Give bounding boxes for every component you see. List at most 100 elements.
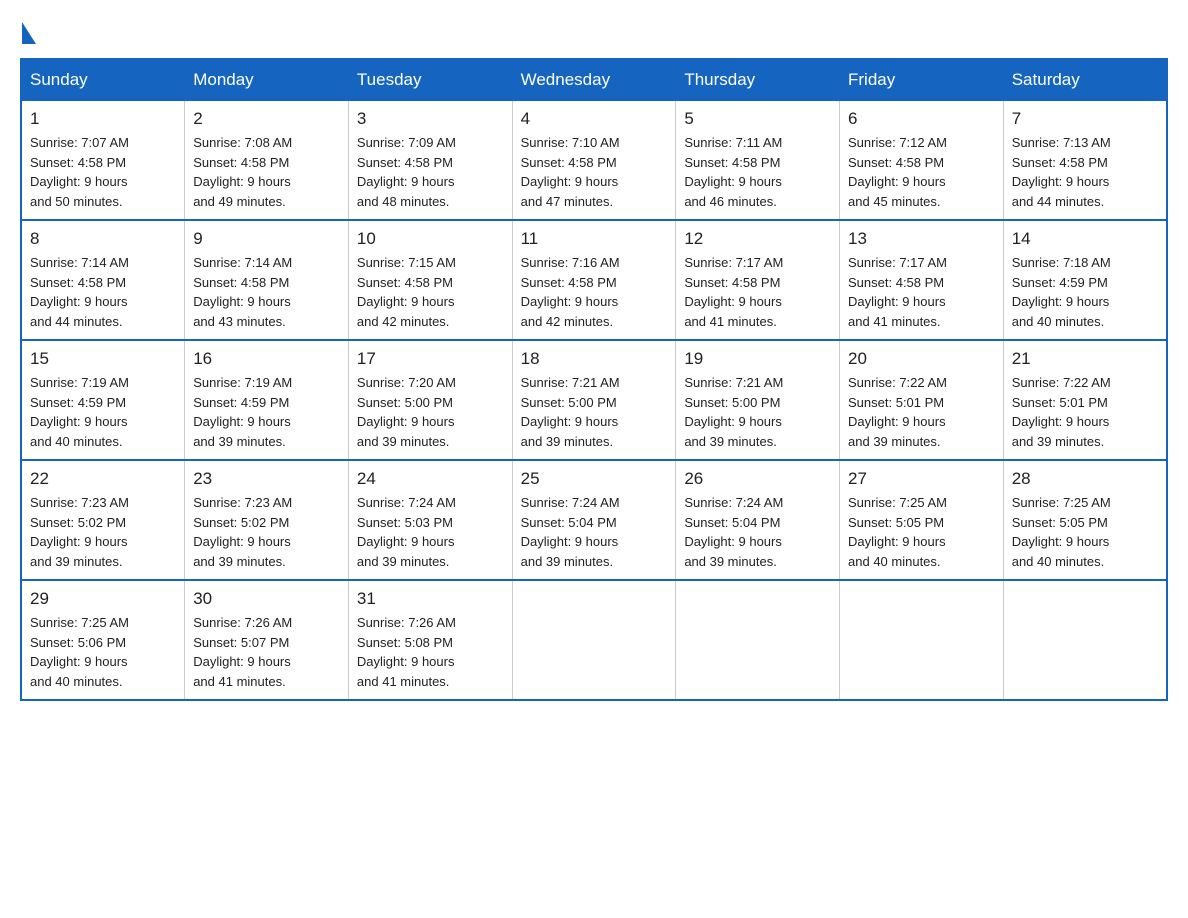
calendar-cell: 25 Sunrise: 7:24 AM Sunset: 5:04 PM Dayl…: [512, 460, 676, 580]
day-info: Sunrise: 7:12 AM Sunset: 4:58 PM Dayligh…: [848, 133, 995, 211]
calendar-cell: 29 Sunrise: 7:25 AM Sunset: 5:06 PM Dayl…: [21, 580, 185, 700]
calendar-cell: 19 Sunrise: 7:21 AM Sunset: 5:00 PM Dayl…: [676, 340, 840, 460]
calendar-cell: 5 Sunrise: 7:11 AM Sunset: 4:58 PM Dayli…: [676, 101, 840, 221]
calendar-cell: 20 Sunrise: 7:22 AM Sunset: 5:01 PM Dayl…: [840, 340, 1004, 460]
day-info: Sunrise: 7:16 AM Sunset: 4:58 PM Dayligh…: [521, 253, 668, 331]
week-row-5: 29 Sunrise: 7:25 AM Sunset: 5:06 PM Dayl…: [21, 580, 1167, 700]
calendar-cell: 8 Sunrise: 7:14 AM Sunset: 4:58 PM Dayli…: [21, 220, 185, 340]
day-info: Sunrise: 7:25 AM Sunset: 5:05 PM Dayligh…: [1012, 493, 1158, 571]
calendar-cell: 7 Sunrise: 7:13 AM Sunset: 4:58 PM Dayli…: [1003, 101, 1167, 221]
calendar-cell: 15 Sunrise: 7:19 AM Sunset: 4:59 PM Dayl…: [21, 340, 185, 460]
day-info: Sunrise: 7:08 AM Sunset: 4:58 PM Dayligh…: [193, 133, 340, 211]
day-info: Sunrise: 7:25 AM Sunset: 5:06 PM Dayligh…: [30, 613, 176, 691]
day-info: Sunrise: 7:14 AM Sunset: 4:58 PM Dayligh…: [193, 253, 340, 331]
day-number: 10: [357, 229, 504, 249]
day-info: Sunrise: 7:14 AM Sunset: 4:58 PM Dayligh…: [30, 253, 176, 331]
weekday-header-friday: Friday: [840, 59, 1004, 101]
calendar-cell: [512, 580, 676, 700]
calendar-cell: [1003, 580, 1167, 700]
calendar-cell: 28 Sunrise: 7:25 AM Sunset: 5:05 PM Dayl…: [1003, 460, 1167, 580]
day-info: Sunrise: 7:21 AM Sunset: 5:00 PM Dayligh…: [684, 373, 831, 451]
day-number: 1: [30, 109, 176, 129]
week-row-4: 22 Sunrise: 7:23 AM Sunset: 5:02 PM Dayl…: [21, 460, 1167, 580]
day-info: Sunrise: 7:20 AM Sunset: 5:00 PM Dayligh…: [357, 373, 504, 451]
calendar-cell: [676, 580, 840, 700]
day-number: 31: [357, 589, 504, 609]
day-info: Sunrise: 7:24 AM Sunset: 5:03 PM Dayligh…: [357, 493, 504, 571]
page-header: [20, 20, 1168, 42]
week-row-2: 8 Sunrise: 7:14 AM Sunset: 4:58 PM Dayli…: [21, 220, 1167, 340]
calendar-cell: 26 Sunrise: 7:24 AM Sunset: 5:04 PM Dayl…: [676, 460, 840, 580]
day-number: 22: [30, 469, 176, 489]
day-number: 16: [193, 349, 340, 369]
calendar-cell: 1 Sunrise: 7:07 AM Sunset: 4:58 PM Dayli…: [21, 101, 185, 221]
day-info: Sunrise: 7:18 AM Sunset: 4:59 PM Dayligh…: [1012, 253, 1158, 331]
calendar-cell: 31 Sunrise: 7:26 AM Sunset: 5:08 PM Dayl…: [348, 580, 512, 700]
calendar-cell: 14 Sunrise: 7:18 AM Sunset: 4:59 PM Dayl…: [1003, 220, 1167, 340]
day-number: 15: [30, 349, 176, 369]
weekday-header-monday: Monday: [185, 59, 349, 101]
day-number: 2: [193, 109, 340, 129]
day-number: 26: [684, 469, 831, 489]
weekday-header-row: SundayMondayTuesdayWednesdayThursdayFrid…: [21, 59, 1167, 101]
day-info: Sunrise: 7:11 AM Sunset: 4:58 PM Dayligh…: [684, 133, 831, 211]
day-number: 5: [684, 109, 831, 129]
day-info: Sunrise: 7:17 AM Sunset: 4:58 PM Dayligh…: [848, 253, 995, 331]
day-number: 27: [848, 469, 995, 489]
calendar-cell: 10 Sunrise: 7:15 AM Sunset: 4:58 PM Dayl…: [348, 220, 512, 340]
logo-triangle-icon: [22, 22, 36, 44]
day-info: Sunrise: 7:15 AM Sunset: 4:58 PM Dayligh…: [357, 253, 504, 331]
day-info: Sunrise: 7:22 AM Sunset: 5:01 PM Dayligh…: [848, 373, 995, 451]
day-info: Sunrise: 7:24 AM Sunset: 5:04 PM Dayligh…: [684, 493, 831, 571]
logo: [20, 20, 36, 42]
week-row-1: 1 Sunrise: 7:07 AM Sunset: 4:58 PM Dayli…: [21, 101, 1167, 221]
calendar-cell: 22 Sunrise: 7:23 AM Sunset: 5:02 PM Dayl…: [21, 460, 185, 580]
calendar-cell: 6 Sunrise: 7:12 AM Sunset: 4:58 PM Dayli…: [840, 101, 1004, 221]
calendar-cell: 3 Sunrise: 7:09 AM Sunset: 4:58 PM Dayli…: [348, 101, 512, 221]
day-info: Sunrise: 7:21 AM Sunset: 5:00 PM Dayligh…: [521, 373, 668, 451]
calendar-cell: 30 Sunrise: 7:26 AM Sunset: 5:07 PM Dayl…: [185, 580, 349, 700]
day-number: 20: [848, 349, 995, 369]
day-number: 24: [357, 469, 504, 489]
calendar-cell: [840, 580, 1004, 700]
day-number: 7: [1012, 109, 1158, 129]
day-number: 11: [521, 229, 668, 249]
day-number: 6: [848, 109, 995, 129]
calendar-cell: 2 Sunrise: 7:08 AM Sunset: 4:58 PM Dayli…: [185, 101, 349, 221]
day-number: 29: [30, 589, 176, 609]
calendar-cell: 24 Sunrise: 7:24 AM Sunset: 5:03 PM Dayl…: [348, 460, 512, 580]
day-number: 12: [684, 229, 831, 249]
day-number: 18: [521, 349, 668, 369]
calendar-cell: 9 Sunrise: 7:14 AM Sunset: 4:58 PM Dayli…: [185, 220, 349, 340]
calendar-cell: 16 Sunrise: 7:19 AM Sunset: 4:59 PM Dayl…: [185, 340, 349, 460]
day-number: 21: [1012, 349, 1158, 369]
day-number: 13: [848, 229, 995, 249]
day-info: Sunrise: 7:07 AM Sunset: 4:58 PM Dayligh…: [30, 133, 176, 211]
day-info: Sunrise: 7:26 AM Sunset: 5:07 PM Dayligh…: [193, 613, 340, 691]
day-info: Sunrise: 7:25 AM Sunset: 5:05 PM Dayligh…: [848, 493, 995, 571]
calendar-table: SundayMondayTuesdayWednesdayThursdayFrid…: [20, 58, 1168, 701]
calendar-cell: 17 Sunrise: 7:20 AM Sunset: 5:00 PM Dayl…: [348, 340, 512, 460]
calendar-cell: 27 Sunrise: 7:25 AM Sunset: 5:05 PM Dayl…: [840, 460, 1004, 580]
day-number: 25: [521, 469, 668, 489]
day-number: 4: [521, 109, 668, 129]
day-info: Sunrise: 7:09 AM Sunset: 4:58 PM Dayligh…: [357, 133, 504, 211]
calendar-cell: 4 Sunrise: 7:10 AM Sunset: 4:58 PM Dayli…: [512, 101, 676, 221]
weekday-header-wednesday: Wednesday: [512, 59, 676, 101]
day-number: 23: [193, 469, 340, 489]
calendar-cell: 18 Sunrise: 7:21 AM Sunset: 5:00 PM Dayl…: [512, 340, 676, 460]
day-number: 3: [357, 109, 504, 129]
weekday-header-sunday: Sunday: [21, 59, 185, 101]
day-number: 17: [357, 349, 504, 369]
day-number: 9: [193, 229, 340, 249]
day-number: 19: [684, 349, 831, 369]
weekday-header-saturday: Saturday: [1003, 59, 1167, 101]
week-row-3: 15 Sunrise: 7:19 AM Sunset: 4:59 PM Dayl…: [21, 340, 1167, 460]
day-info: Sunrise: 7:19 AM Sunset: 4:59 PM Dayligh…: [193, 373, 340, 451]
day-info: Sunrise: 7:19 AM Sunset: 4:59 PM Dayligh…: [30, 373, 176, 451]
day-info: Sunrise: 7:23 AM Sunset: 5:02 PM Dayligh…: [30, 493, 176, 571]
day-number: 14: [1012, 229, 1158, 249]
weekday-header-tuesday: Tuesday: [348, 59, 512, 101]
day-info: Sunrise: 7:22 AM Sunset: 5:01 PM Dayligh…: [1012, 373, 1158, 451]
day-info: Sunrise: 7:13 AM Sunset: 4:58 PM Dayligh…: [1012, 133, 1158, 211]
